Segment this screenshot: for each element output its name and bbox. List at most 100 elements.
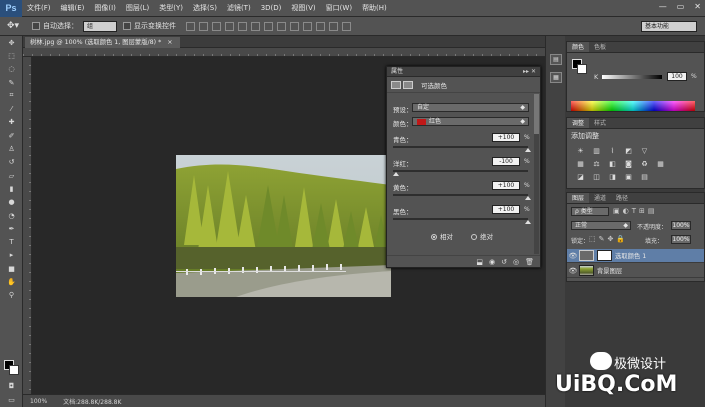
eye-icon[interactable]: 👁 [567, 267, 579, 275]
crop-tool-icon[interactable]: ⌗ [0, 89, 23, 102]
workspace-dropdown[interactable]: 基本功能 [641, 21, 697, 32]
move-tool-preset-icon[interactable]: ✥▾ [0, 17, 26, 36]
dodge-tool-icon[interactable]: ◔ [0, 209, 23, 222]
magenta-slider[interactable] [393, 170, 528, 172]
properties-scrollbar[interactable] [534, 94, 539, 254]
relative-radio[interactable] [431, 234, 437, 240]
color-bg-swatch[interactable] [577, 64, 587, 74]
status-doc-size[interactable]: 文档:288.8K/288.8K [63, 397, 121, 406]
panel-collapse-icon[interactable]: ▸▸ ✕ [523, 67, 536, 77]
tab-channels[interactable]: 通道 [589, 193, 611, 203]
history-panel-icon[interactable]: ▤ [550, 54, 562, 65]
auto-select-checkbox[interactable] [32, 22, 40, 30]
menu-window[interactable]: 窗口(W) [321, 0, 357, 17]
visibility-icon[interactable]: ◎ [513, 258, 519, 266]
menu-help[interactable]: 帮助(H) [357, 0, 392, 17]
document-image[interactable] [176, 155, 391, 297]
yellow-slider-thumb[interactable] [525, 196, 531, 200]
align-right-icon[interactable] [251, 21, 260, 31]
path-selection-tool-icon[interactable]: ▸ [0, 249, 23, 262]
menu-filter[interactable]: 滤镜(T) [222, 0, 256, 17]
magenta-slider-thumb[interactable] [393, 172, 399, 176]
distribute-left-icon[interactable] [303, 21, 312, 31]
document-tab[interactable]: 树林.jpg @ 100% (选取颜色 1, 图层蒙版/8) * × [25, 37, 180, 48]
eraser-tool-icon[interactable]: ▱ [0, 169, 23, 182]
distribute-top-icon[interactable] [264, 21, 273, 31]
reset-icon[interactable]: ↺ [501, 258, 507, 266]
properties-scroll-thumb[interactable] [534, 94, 539, 134]
tab-layers[interactable]: 图层 [567, 193, 590, 203]
align-left-icon[interactable] [225, 21, 234, 31]
eyedropper-tool-icon[interactable]: ⁄ [0, 102, 23, 115]
color-lookup-icon[interactable]: ▦ [655, 160, 666, 169]
menu-layer[interactable]: 图层(L) [121, 0, 154, 17]
screen-mode-icon[interactable]: ▭ [0, 393, 23, 406]
rectangle-tool-icon[interactable]: ■ [0, 262, 23, 275]
history-brush-tool-icon[interactable]: ↺ [0, 156, 23, 169]
posterize-icon[interactable]: ◫ [591, 173, 602, 182]
photo-filter-icon[interactable]: ◙ [623, 160, 634, 169]
menu-view[interactable]: 视图(V) [286, 0, 320, 17]
marquee-tool-icon[interactable]: ⬚ [0, 49, 23, 62]
distribute-hcenter-icon[interactable] [316, 21, 325, 31]
clone-stamp-tool-icon[interactable]: ♙ [0, 142, 23, 155]
status-zoom[interactable]: 100% [30, 398, 47, 405]
yellow-value[interactable]: +100 [492, 181, 520, 190]
layer-row[interactable]: 👁 背景图层 [567, 264, 704, 278]
healing-brush-tool-icon[interactable]: ✚ [0, 116, 23, 129]
menu-3d[interactable]: 3D(D) [256, 0, 287, 17]
cyan-slider-thumb[interactable] [525, 148, 531, 152]
menu-edit[interactable]: 编辑(E) [56, 0, 90, 17]
menu-file[interactable]: 文件(F) [22, 0, 56, 17]
vibrance-icon[interactable]: ▽ [639, 147, 650, 156]
selective-color-icon[interactable]: ▣ [623, 173, 634, 182]
fill-value[interactable]: 100% [671, 235, 691, 244]
color-balance-icon[interactable]: ⚖ [591, 160, 602, 169]
align-bottom-icon[interactable] [212, 21, 221, 31]
gradient-map-icon[interactable]: ▤ [639, 173, 650, 182]
minimize-button[interactable]: — [659, 2, 667, 11]
pen-tool-icon[interactable]: ✒ [0, 222, 23, 235]
tab-paths[interactable]: 路径 [611, 193, 633, 203]
auto-select-dropdown[interactable]: 组 [83, 20, 117, 32]
background-color-swatch[interactable] [9, 365, 19, 375]
opacity-value[interactable]: 100% [671, 221, 691, 230]
delete-icon[interactable]: 🗑 [525, 258, 534, 266]
align-vcenter-icon[interactable] [199, 21, 208, 31]
tab-adjustments[interactable]: 调整 [567, 118, 590, 128]
hue-saturation-icon[interactable]: ▦ [575, 160, 586, 169]
menu-image[interactable]: 图像(I) [89, 0, 121, 17]
layer-row[interactable]: 👁 选取颜色 1 [567, 249, 704, 263]
curves-icon[interactable]: ⌇ [607, 147, 618, 156]
absolute-radio[interactable] [471, 234, 478, 240]
layer-filter-dropdown[interactable]: ρ 类型 [571, 207, 609, 216]
quick-select-tool-icon[interactable]: ✎ [0, 76, 23, 89]
cyan-slider[interactable] [393, 146, 528, 148]
black-slider[interactable] [393, 218, 528, 220]
type-tool-icon[interactable]: T [0, 235, 23, 248]
show-transform-checkbox[interactable] [123, 22, 131, 30]
zoom-tool-icon[interactable]: ⚲ [0, 289, 23, 302]
invert-icon[interactable]: ◪ [575, 173, 586, 182]
tab-styles[interactable]: 样式 [589, 118, 611, 128]
auto-align-icon[interactable] [342, 21, 351, 31]
close-tab-icon[interactable]: × [167, 39, 172, 46]
brush-tool-icon[interactable]: ✐ [0, 129, 23, 142]
menu-type[interactable]: 类型(Y) [154, 0, 188, 17]
adjustment-icon[interactable] [391, 80, 401, 89]
close-button[interactable]: ✕ [694, 2, 701, 11]
gradient-tool-icon[interactable]: ▮ [0, 182, 23, 195]
layer-filter-icons[interactable]: ▣◐T⊞▤ [613, 207, 657, 215]
distribute-right-icon[interactable] [329, 21, 338, 31]
quick-mask-icon[interactable]: ◘ [0, 379, 23, 392]
eye-icon[interactable]: 👁 [567, 252, 579, 260]
k-slider[interactable] [602, 75, 662, 79]
colors-dropdown[interactable]: 红色 ◆ [412, 117, 529, 126]
tab-swatches[interactable]: 色板 [589, 42, 611, 52]
k-value[interactable]: 100 [667, 72, 687, 81]
move-tool-icon[interactable]: ✥ [0, 36, 23, 49]
channel-mixer-icon[interactable]: ♻ [639, 160, 650, 169]
align-top-icon[interactable] [186, 21, 195, 31]
yellow-slider[interactable] [393, 194, 528, 196]
properties-header[interactable]: 属性 ▸▸ ✕ [387, 67, 540, 77]
